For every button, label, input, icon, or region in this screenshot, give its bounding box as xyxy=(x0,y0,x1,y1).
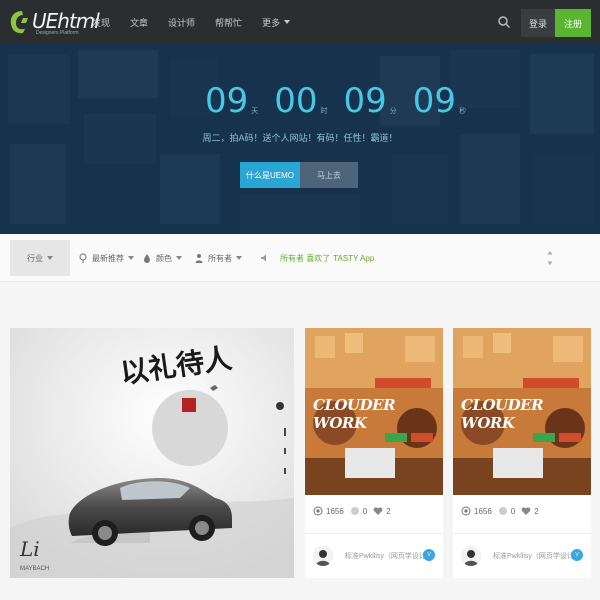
login-button[interactable]: 登录 xyxy=(521,9,555,37)
author-filter-label: 所有者 xyxy=(208,253,232,263)
main-nav: 发现 文章 设计师 帮帮忙 更多 xyxy=(92,0,310,44)
countdown-timer: 09 天 00 时 09 分 09 秒 xyxy=(205,84,482,118)
comments-count: 0 xyxy=(510,506,516,516)
logo-subtitle: Designers Platform xyxy=(36,30,79,36)
featured-work-image: Li MAYBACH 以礼待人 xyxy=(10,328,294,578)
comments-stat[interactable]: 0 xyxy=(498,506,515,516)
chevron-down-icon xyxy=(128,256,134,260)
avatar[interactable] xyxy=(461,546,481,566)
nav-link-discover[interactable]: 发现 xyxy=(92,16,110,29)
color-filter-label: 颜色 xyxy=(156,253,172,263)
avatar[interactable] xyxy=(313,546,333,566)
chevron-down-icon xyxy=(176,256,182,260)
comments-count: 0 xyxy=(362,506,368,516)
heart-icon xyxy=(373,507,383,515)
industry-filter[interactable]: 行业 xyxy=(10,240,70,276)
author-filter[interactable]: 所有者 xyxy=(194,234,242,282)
countdown-days: 09 xyxy=(205,81,249,121)
sort-filter-label: 最新推荐 xyxy=(92,253,124,263)
author-name[interactable]: 标准Pwkllisy（网页学设计） xyxy=(345,551,433,561)
pin-icon xyxy=(79,253,87,263)
comments-stat[interactable]: 0 xyxy=(350,506,367,516)
signup-button[interactable]: 注册 xyxy=(555,9,591,37)
brand-subtitle: MAYBACH xyxy=(20,566,49,572)
work-card-author[interactable]: 标准Pwkllisy（网页学设计） V xyxy=(305,533,443,578)
nav-link-designers[interactable]: 设计师 xyxy=(168,16,195,29)
work-card-stats: 1656 0 2 xyxy=(313,506,397,516)
sort-filter[interactable]: 最新推荐 xyxy=(78,234,134,282)
work-card-stats: 1656 0 2 xyxy=(461,506,545,516)
comment-icon xyxy=(350,507,359,515)
work-card[interactable]: CLOUDER WORK 1656 0 2 标准Pwkllisy（网页学设计） … xyxy=(453,328,591,578)
drop-icon xyxy=(144,254,150,263)
eye-icon xyxy=(461,506,471,516)
comment-icon xyxy=(498,507,507,515)
likes-stat[interactable]: 2 xyxy=(373,506,391,516)
verified-badge: V xyxy=(571,549,583,561)
nav-link-articles[interactable]: 文章 xyxy=(130,16,148,29)
hero-tagline: 周二，拍A码！送个人网站！有码！任性！霸道！ xyxy=(202,133,398,143)
countdown-hours: 00 xyxy=(274,81,318,121)
nav-link-help[interactable]: 帮帮忙 xyxy=(215,16,242,29)
countdown-minutes-unit: 分 xyxy=(389,108,397,115)
chevron-down-icon xyxy=(236,256,242,260)
heart-icon xyxy=(521,507,531,515)
author-name[interactable]: 标准Pwkllisy（网页学设计） xyxy=(493,551,581,561)
filter-bar: 行业 最新推荐 颜色 所有者 所有者 喜欢了 TASTY App xyxy=(0,234,600,282)
countdown-seconds: 09 xyxy=(412,81,457,121)
featured-work-card[interactable]: Li MAYBACH 以礼待人 xyxy=(10,328,294,578)
eye-icon xyxy=(313,506,323,516)
work-card-author[interactable]: 标准Pwkllisy（网页学设计） V xyxy=(453,533,591,578)
chevron-down-icon xyxy=(284,20,291,24)
activity-announcement[interactable]: 所有者 喜欢了 TASTY App xyxy=(260,234,374,282)
poster-title: CLOUDER WORK xyxy=(313,396,396,432)
work-card-image: CLOUDER WORK xyxy=(305,328,443,495)
work-card[interactable]: CLOUDER WORK 1656 0 2 标准Pwkllisy（网页学设计） … xyxy=(305,328,443,578)
poster-title: CLOUDER WORK xyxy=(461,396,544,432)
announcement-link[interactable]: TASTY App xyxy=(333,254,374,263)
likes-count: 2 xyxy=(534,506,539,516)
logo-mark-icon xyxy=(10,11,28,34)
views-count: 1656 xyxy=(474,506,492,516)
countdown-seconds-unit: 秒 xyxy=(459,108,467,115)
hero-banner: 09 天 00 时 09 分 09 秒 周二，拍A码！送个人网站！有码！任性！霸… xyxy=(0,44,600,234)
speaker-icon xyxy=(261,254,266,262)
what-is-uemo-button[interactable]: 什么是UEMO xyxy=(240,162,300,188)
countdown-days-unit: 天 xyxy=(251,108,259,115)
ticker-arrows-icon[interactable] xyxy=(546,250,554,266)
likes-stat[interactable]: 2 xyxy=(521,506,539,516)
industry-filter-label: 行业 xyxy=(27,253,43,263)
countdown-minutes: 09 xyxy=(343,81,387,121)
chevron-down-icon xyxy=(47,256,53,260)
go-now-button[interactable]: 马上去 xyxy=(300,162,358,188)
work-card-image: CLOUDER WORK xyxy=(453,328,591,495)
verified-badge: V xyxy=(423,549,435,561)
brand-mark: Li xyxy=(19,537,40,561)
user-icon xyxy=(195,254,203,263)
nav-link-more[interactable]: 更多 xyxy=(262,16,291,29)
announcement-text: 所有者 喜欢了 xyxy=(280,253,331,263)
search-icon[interactable] xyxy=(497,15,511,29)
site-logo[interactable]: UEhtml Designers Platform xyxy=(6,6,100,40)
views-stat: 1656 xyxy=(461,506,492,516)
color-filter[interactable]: 颜色 xyxy=(142,234,182,282)
likes-count: 2 xyxy=(386,506,391,516)
views-stat: 1656 xyxy=(313,506,344,516)
countdown-hours-unit: 时 xyxy=(320,108,328,115)
views-count: 1656 xyxy=(326,506,344,516)
top-navbar: UEhtml Designers Platform 发现 文章 设计师 帮帮忙 … xyxy=(0,0,600,44)
nav-more-label: 更多 xyxy=(262,17,281,28)
